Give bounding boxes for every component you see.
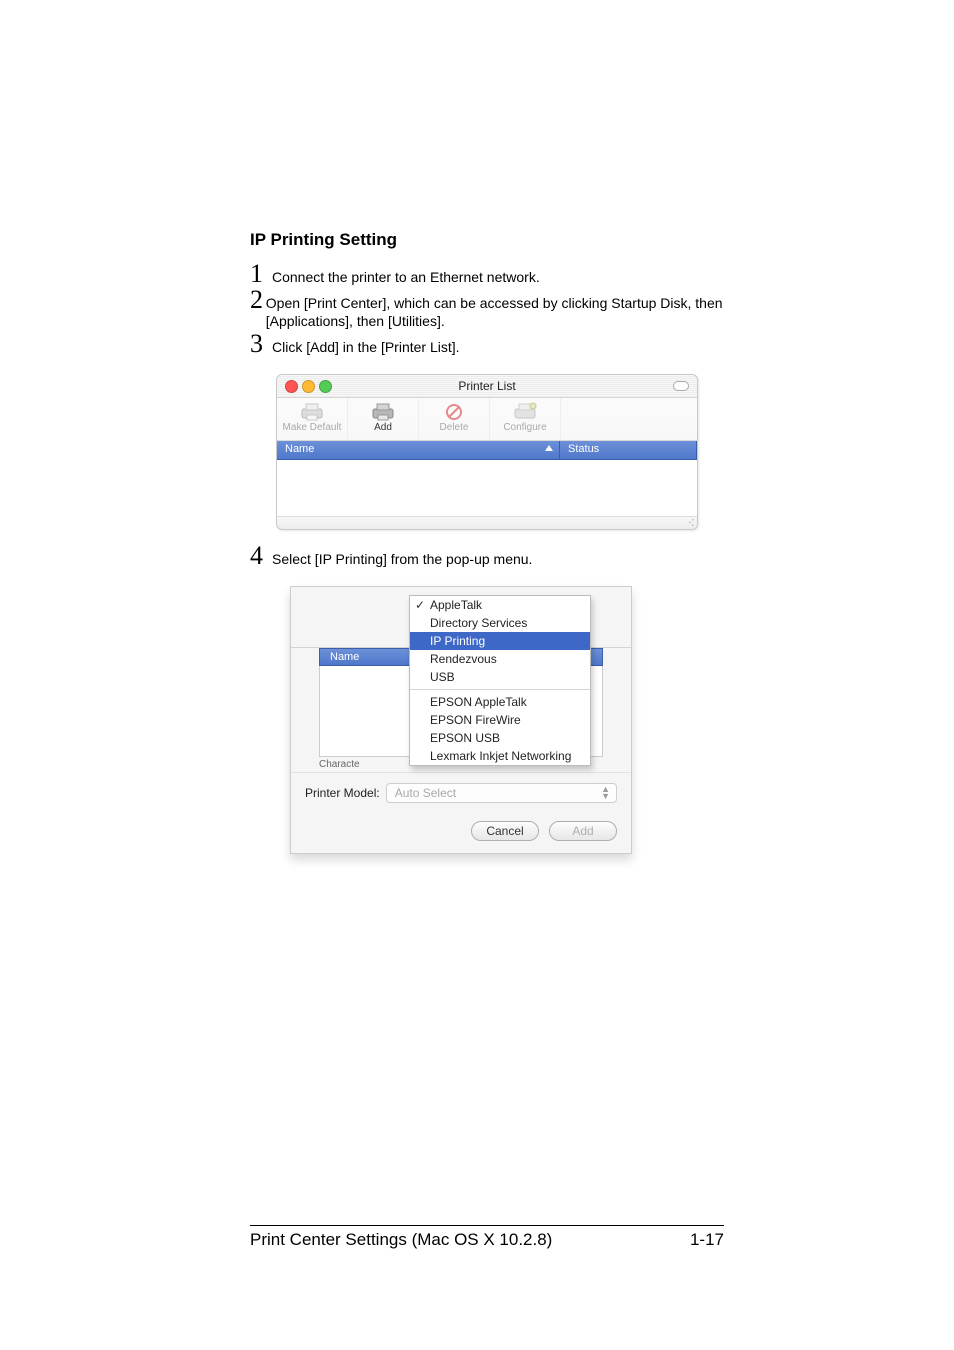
printer-name-column-label: Name <box>330 651 359 663</box>
window-titlebar: Printer List <box>277 375 697 398</box>
column-status[interactable]: Status <box>560 441 697 459</box>
resize-grip-icon[interactable]: ⢔ <box>688 516 695 527</box>
menu-item-usb[interactable]: USB <box>410 668 590 686</box>
delete-label: Delete <box>419 422 489 433</box>
menu-item-epson-appletalk[interactable]: EPSON AppleTalk <box>410 693 590 711</box>
page-footer: Print Center Settings (Mac OS X 10.2.8) … <box>250 1225 724 1250</box>
printer-model-select[interactable]: Auto Select ▲▼ <box>386 783 617 803</box>
menu-item-epson-usb[interactable]: EPSON USB <box>410 729 590 747</box>
window-status-bar: ⢔ <box>277 516 697 529</box>
step-number-4: 4 <box>250 546 272 566</box>
sheet-add-button: Add <box>549 821 617 841</box>
window-title: Printer List <box>277 379 697 393</box>
step-number-3: 3 <box>250 334 272 354</box>
menu-item-rendezvous[interactable]: Rendezvous <box>410 650 590 668</box>
printer-add-icon <box>348 402 418 422</box>
printer-model-value: Auto Select <box>395 786 456 800</box>
printer-icon <box>277 402 347 422</box>
sheet-button-row: Cancel Add <box>291 813 631 853</box>
delete-button: Delete <box>419 398 490 440</box>
menu-item-label: EPSON AppleTalk <box>430 695 527 709</box>
configure-icon <box>490 402 560 422</box>
menu-item-appletalk[interactable]: ✓ AppleTalk <box>410 596 590 614</box>
character-set-label: Characte <box>319 759 360 770</box>
step-text-4: Select [IP Printing] from the pop-up men… <box>272 546 532 568</box>
menu-item-ip-printing[interactable]: IP Printing <box>410 632 590 650</box>
menu-item-epson-firewire[interactable]: EPSON FireWire <box>410 711 590 729</box>
menu-item-label: EPSON FireWire <box>430 713 521 727</box>
connection-popup-menu[interactable]: ✓ AppleTalk Directory Services IP Printi… <box>409 595 591 766</box>
menu-item-label: EPSON USB <box>430 731 500 745</box>
configure-label: Configure <box>490 422 560 433</box>
check-icon: ✓ <box>415 598 425 612</box>
delete-icon <box>419 402 489 422</box>
add-label: Add <box>348 422 418 433</box>
step-number-1: 1 <box>250 264 272 284</box>
toolbar-toggle-icon[interactable] <box>673 381 689 391</box>
chevron-up-down-icon: ▲▼ <box>601 786 610 800</box>
make-default-label: Make Default <box>277 422 347 433</box>
step-number-2: 2 <box>250 290 266 310</box>
add-button[interactable]: Add <box>348 398 419 440</box>
column-status-label: Status <box>568 443 599 455</box>
make-default-button: Make Default <box>277 398 348 440</box>
menu-item-label: Directory Services <box>430 616 527 630</box>
table-header: Name Status <box>277 441 697 460</box>
column-name[interactable]: Name <box>277 441 560 459</box>
printer-model-row: Printer Model: Auto Select ▲▼ <box>291 772 631 813</box>
menu-item-label: USB <box>430 670 455 684</box>
menu-item-label: Rendezvous <box>430 652 497 666</box>
step-text-2: Open [Print Center], which can be access… <box>266 290 724 330</box>
footer-rule <box>250 1225 724 1226</box>
menu-item-label: AppleTalk <box>430 598 482 612</box>
window-toolbar: Make Default Add Delete <box>277 398 697 441</box>
step-text-3: Click [Add] in the [Printer List]. <box>272 334 460 356</box>
cancel-button-label: Cancel <box>486 824 523 838</box>
printer-model-label: Printer Model: <box>305 786 380 800</box>
menu-item-label: IP Printing <box>430 634 485 648</box>
add-printer-sheet: ✓ AppleTalk Directory Services IP Printi… <box>290 586 632 854</box>
sort-ascending-icon <box>545 445 553 451</box>
footer-section: Print Center Settings (Mac OS X 10.2.8) <box>250 1230 552 1250</box>
printer-list-window: Printer List Make Default Add <box>276 374 698 530</box>
step-text-1: Connect the printer to an Ethernet netwo… <box>272 264 540 286</box>
footer-page-number: 1-17 <box>690 1230 724 1250</box>
menu-separator <box>410 689 590 690</box>
menu-item-lexmark[interactable]: Lexmark Inkjet Networking <box>410 747 590 765</box>
menu-item-directory-services[interactable]: Directory Services <box>410 614 590 632</box>
menu-item-label: Lexmark Inkjet Networking <box>430 749 571 763</box>
column-name-label: Name <box>285 443 314 455</box>
configure-button: Configure <box>490 398 561 440</box>
sheet-add-button-label: Add <box>572 824 593 838</box>
section-heading: IP Printing Setting <box>250 230 724 250</box>
table-body <box>277 460 697 516</box>
cancel-button[interactable]: Cancel <box>471 821 539 841</box>
